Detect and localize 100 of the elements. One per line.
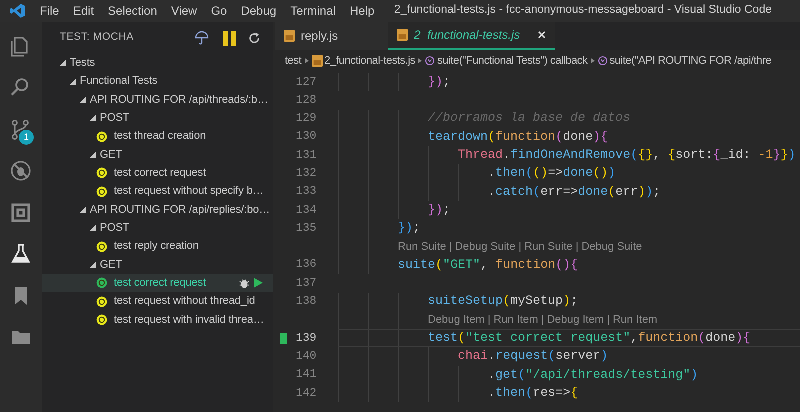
code-token: . — [488, 165, 496, 182]
expanded-arrow-icon[interactable] — [80, 96, 86, 103]
test-label[interactable]: test correct request — [114, 275, 206, 292]
code-token: ) — [690, 366, 698, 384]
code-token: , — [480, 256, 490, 274]
breadcrumb-item[interactable]: test — [285, 52, 302, 70]
code-token: ){ — [593, 128, 608, 146]
symbol-icon — [425, 56, 436, 66]
test-label[interactable]: test thread creation — [114, 128, 206, 145]
codelens-link[interactable]: Debug Item — [547, 312, 604, 328]
run-icon[interactable] — [254, 278, 263, 288]
test-label[interactable]: test reply creation — [114, 238, 199, 255]
line-number: 128 — [296, 92, 316, 109]
code-token: function — [496, 256, 556, 274]
separator: | — [488, 312, 491, 328]
code-token: } — [780, 146, 788, 164]
menu-item[interactable]: Selection — [102, 0, 164, 22]
code-token: err=> — [540, 184, 578, 201]
codelens-link[interactable]: Debug Suite — [582, 238, 642, 256]
selected-test-row[interactable]: test correct request — [42, 274, 273, 292]
suite-label[interactable]: Functional Tests — [80, 73, 158, 90]
code-token: ( — [698, 330, 706, 347]
code-token: ( — [488, 128, 496, 146]
code-token: mySetup — [510, 293, 564, 310]
menu-item[interactable]: Edit — [67, 0, 100, 22]
codelens-link[interactable]: Run Suite — [398, 238, 446, 256]
codelens-link[interactable]: Debug Suite — [455, 238, 516, 256]
breadcrumb-item[interactable]: suite("API ROUTING FOR /api/thre — [610, 52, 772, 70]
editor-tab[interactable]: reply.js — [275, 22, 388, 50]
separator: | — [607, 312, 610, 328]
line-number: 140 — [296, 348, 316, 365]
code-token: ( — [503, 293, 511, 310]
test-label[interactable]: test correct request — [114, 164, 206, 182]
code-token: ( — [526, 384, 534, 402]
test-label[interactable]: test request without thread_id — [114, 293, 256, 310]
code-token: Thread — [458, 146, 504, 164]
line-number: 132 — [296, 166, 316, 182]
expanded-arrow-icon[interactable] — [60, 60, 66, 66]
line-number: 130 — [296, 129, 316, 146]
suite-label[interactable]: GET — [100, 256, 122, 274]
codelens-link[interactable]: Run Suite — [524, 238, 573, 256]
suite-label[interactable]: POST — [100, 220, 130, 237]
expanded-arrow-icon[interactable] — [90, 225, 96, 232]
code-token: then — [496, 165, 526, 182]
bug-icon[interactable] — [239, 278, 250, 289]
expanded-arrow-icon[interactable] — [70, 78, 76, 85]
code-token: => — [548, 165, 564, 182]
code-token: res=> — [533, 384, 571, 402]
chevron-icon — [304, 58, 309, 64]
close-icon[interactable] — [538, 31, 546, 39]
code-token: ( — [608, 184, 616, 201]
suite-label[interactable]: API ROUTING FOR /api/replies/:bo… — [90, 202, 270, 218]
menu-item[interactable]: Help — [344, 0, 381, 22]
pause-icon[interactable] — [223, 30, 236, 46]
test-label[interactable]: test request with invalid threa… — [114, 312, 264, 328]
line-number: 139 — [296, 330, 316, 347]
refresh-icon[interactable] — [248, 32, 261, 44]
code-token: ; — [443, 74, 451, 91]
code-token: } — [773, 146, 781, 164]
code-token: request — [496, 348, 548, 366]
code-token: //borramos la base de datos — [428, 110, 631, 128]
js-file-icon — [397, 29, 408, 41]
expanded-arrow-icon[interactable] — [90, 262, 96, 268]
expanded-arrow-icon[interactable] — [90, 115, 96, 122]
code-token: ; — [443, 202, 451, 219]
codelens-link[interactable]: Run Item — [612, 312, 658, 328]
code-token: catch — [496, 184, 534, 201]
suite-label[interactable]: API ROUTING FOR /api/threads/:b… — [90, 92, 268, 108]
menu-item[interactable]: View — [165, 0, 204, 22]
code-token: sort: — [676, 146, 714, 164]
code-token: () — [533, 165, 548, 182]
code-token: "/api/threads/testing" — [526, 366, 691, 384]
code-token: ) — [638, 184, 646, 201]
menu-item[interactable]: Go — [205, 0, 234, 22]
test-label[interactable]: test request without specify b… — [114, 183, 264, 200]
codelens-link[interactable]: Debug Item — [428, 312, 485, 328]
menu-item[interactable]: Debug — [235, 0, 283, 22]
menu-item[interactable]: File — [34, 0, 66, 22]
extensions-icon[interactable] — [9, 200, 33, 225]
code-token: }) — [428, 202, 444, 219]
code-token: ( — [518, 366, 526, 384]
js-file-icon — [312, 55, 323, 67]
umbrella-icon[interactable] — [195, 31, 209, 45]
expanded-arrow-icon[interactable] — [80, 206, 86, 213]
line-number: 134 — [296, 202, 316, 219]
menu-item[interactable]: Terminal — [284, 0, 342, 22]
code-token: ) — [600, 348, 608, 366]
expanded-arrow-icon[interactable] — [90, 152, 96, 158]
code-token: ; — [570, 293, 578, 310]
suite-label[interactable]: POST — [100, 110, 130, 126]
codelens-link[interactable]: Run Item — [494, 312, 538, 328]
no-bug-icon[interactable] — [9, 159, 33, 184]
code-token: ( — [548, 348, 556, 366]
code-token: test — [428, 330, 458, 347]
suite-label[interactable]: GET — [100, 146, 122, 164]
suite-label[interactable]: Tests — [70, 54, 96, 72]
code-token: "GET" — [443, 256, 481, 274]
breadcrumb-item[interactable]: 2_functional-tests.js — [324, 52, 416, 70]
breadcrumb-item[interactable]: suite("Functional Tests") callback — [437, 52, 588, 70]
count-badge: 1 — [19, 130, 34, 145]
